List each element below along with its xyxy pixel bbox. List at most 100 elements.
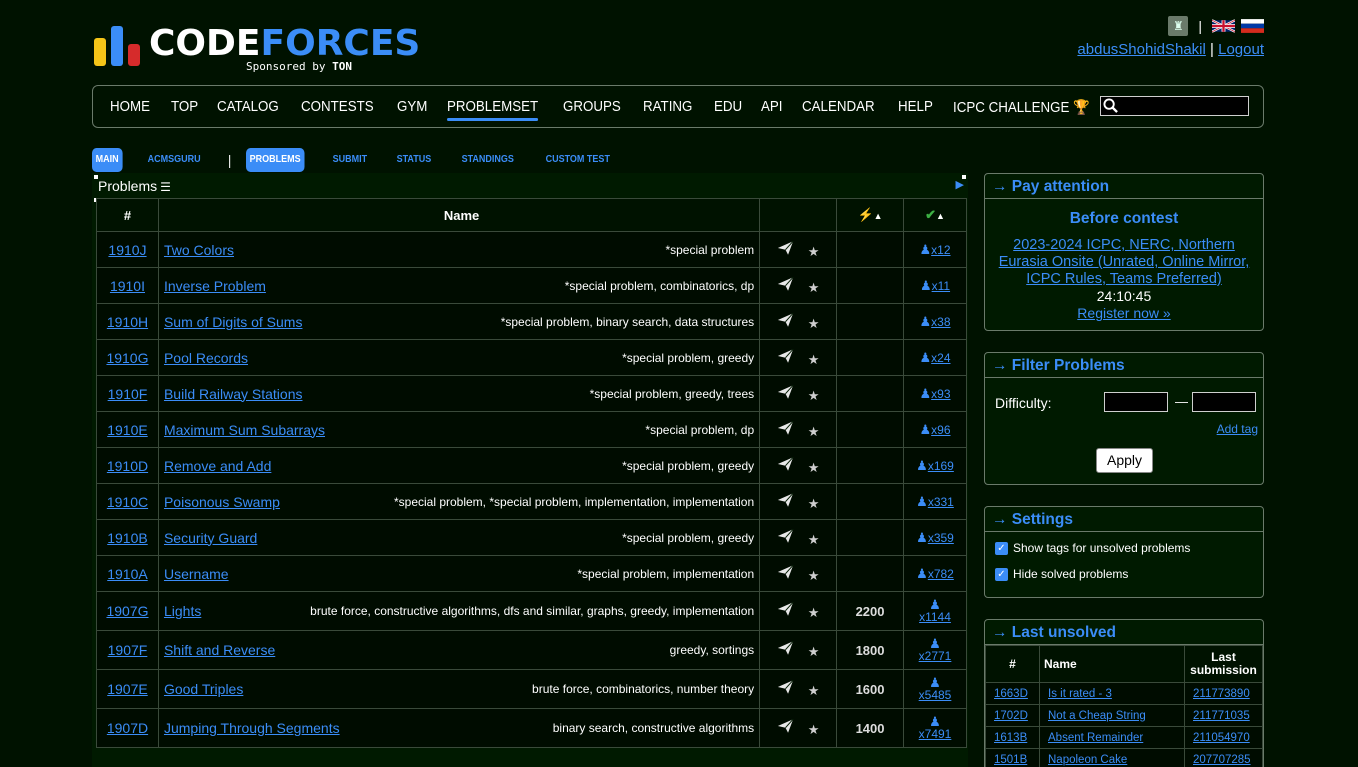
lu-name-link[interactable]: Is it rated - 3	[1048, 688, 1112, 700]
add-tag-link[interactable]: Add tag	[1217, 422, 1258, 436]
problem-id-link[interactable]: 1910G	[106, 350, 148, 366]
favourite-star-icon[interactable]: ★	[808, 460, 820, 476]
menu-home[interactable]: HOME	[110, 99, 150, 115]
solved-count-link[interactable]: x1144	[919, 611, 951, 624]
solved-count-link[interactable]: x38	[931, 315, 950, 329]
checkbox-checked-icon[interactable]: ✓	[995, 567, 1008, 581]
solved-count-link[interactable]: x5485	[919, 689, 952, 702]
col-id[interactable]: #	[96, 198, 159, 232]
submit-paper-plane-icon[interactable]	[777, 240, 794, 259]
submit-paper-plane-icon[interactable]	[777, 564, 794, 583]
problem-id-link[interactable]: 1910F	[108, 386, 148, 402]
problem-name-link[interactable]: Username	[164, 566, 229, 582]
problem-id-link[interactable]: 1910A	[107, 566, 147, 582]
problem-id-link[interactable]: 1910H	[107, 314, 148, 330]
col-solved[interactable]: ✔▲	[903, 198, 967, 232]
submit-paper-plane-icon[interactable]	[777, 679, 794, 698]
menu-gym[interactable]: GYM	[397, 99, 427, 115]
problem-name-link[interactable]: Jumping Through Segments	[164, 720, 340, 736]
lu-id-link[interactable]: 1702D	[994, 710, 1028, 722]
favourite-star-icon[interactable]: ★	[808, 352, 820, 368]
submit-paper-plane-icon[interactable]	[777, 276, 794, 295]
submit-paper-plane-icon[interactable]	[777, 420, 794, 439]
col-difficulty[interactable]: ⚡▲	[836, 198, 905, 232]
logout-link[interactable]: Logout	[1218, 41, 1264, 58]
submenu-submit[interactable]: SUBMIT	[329, 148, 371, 172]
hide-solved-option[interactable]: ✓ Hide solved problems	[995, 564, 1263, 584]
difficulty-max-input[interactable]	[1192, 392, 1256, 412]
expand-arrow-icon[interactable]: ▶	[956, 178, 964, 191]
favourite-star-icon[interactable]: ★	[808, 532, 820, 548]
menu-api[interactable]: API	[761, 99, 783, 115]
solved-count-link[interactable]: x93	[931, 387, 950, 401]
favourite-star-icon[interactable]: ★	[808, 722, 820, 738]
menu-calendar[interactable]: CALENDAR	[802, 99, 875, 115]
submit-paper-plane-icon[interactable]	[777, 348, 794, 367]
register-link[interactable]: Register now »	[985, 305, 1263, 322]
theme-icon[interactable]: ♜	[1168, 16, 1189, 36]
lu-sub-link[interactable]: 207707285	[1193, 754, 1251, 766]
submit-paper-plane-icon[interactable]	[777, 456, 794, 475]
problem-name-link[interactable]: Sum of Digits of Sums	[164, 314, 303, 330]
solved-count-link[interactable]: x11	[932, 279, 950, 293]
submit-paper-plane-icon[interactable]	[777, 718, 794, 737]
submenu-custom-test[interactable]: CUSTOM TEST	[542, 148, 614, 172]
problem-id-link[interactable]: 1907D	[107, 720, 148, 736]
problem-name-link[interactable]: Build Railway Stations	[164, 386, 303, 402]
submit-paper-plane-icon[interactable]	[777, 312, 794, 331]
submenu-main[interactable]: MAIN	[92, 148, 123, 172]
submit-paper-plane-icon[interactable]	[777, 528, 794, 547]
problem-id-link[interactable]: 1910C	[107, 494, 148, 510]
favourite-star-icon[interactable]: ★	[808, 424, 820, 440]
submit-paper-plane-icon[interactable]	[777, 601, 794, 620]
solved-count-link[interactable]: x359	[928, 531, 954, 545]
lu-name-link[interactable]: Napoleon Cake	[1048, 754, 1127, 766]
favourite-star-icon[interactable]: ★	[808, 496, 820, 512]
username-link[interactable]: abdusShohidShakil	[1077, 41, 1205, 58]
submenu-acmsguru[interactable]: ACMSGURU	[144, 148, 204, 172]
difficulty-min-input[interactable]	[1104, 392, 1168, 412]
lu-sub-link[interactable]: 211773890	[1193, 688, 1250, 700]
problem-name-link[interactable]: Lights	[164, 603, 201, 619]
problem-id-link[interactable]: 1907G	[106, 603, 148, 619]
favourite-star-icon[interactable]: ★	[808, 683, 820, 699]
show-tags-option[interactable]: ✓ Show tags for unsolved problems	[995, 538, 1263, 558]
menu-edu[interactable]: EDU	[714, 99, 742, 115]
menu-catalog[interactable]: CATALOG	[217, 99, 279, 115]
problem-name-link[interactable]: Remove and Add	[164, 458, 271, 474]
favourite-star-icon[interactable]: ★	[808, 280, 820, 296]
menu-top[interactable]: TOP	[171, 99, 198, 115]
submenu-problems[interactable]: PROBLEMS	[246, 148, 305, 172]
lu-sub-link[interactable]: 211054970	[1193, 732, 1250, 744]
menu-problemset[interactable]: PROBLEMSET	[447, 99, 539, 121]
menu-help[interactable]: HELP	[898, 99, 933, 115]
problem-id-link[interactable]: 1910E	[107, 422, 147, 438]
col-name[interactable]: Name	[157, 198, 761, 232]
menu-contests[interactable]: CONTESTS	[301, 99, 374, 115]
contest-link[interactable]: 2023-2024 ICPC, NERC, Northern Eurasia O…	[991, 237, 1257, 288]
problem-name-link[interactable]: Two Colors	[164, 242, 234, 258]
solved-count-link[interactable]: x12	[931, 243, 950, 257]
apply-button[interactable]: Apply	[1096, 448, 1153, 473]
submit-paper-plane-icon[interactable]	[777, 492, 794, 511]
solved-count-link[interactable]: x169	[928, 459, 954, 473]
solved-count-link[interactable]: x96	[931, 423, 950, 437]
lu-id-link[interactable]: 1501B	[994, 754, 1027, 766]
solved-count-link[interactable]: x7491	[919, 728, 952, 741]
favourite-star-icon[interactable]: ★	[808, 244, 820, 260]
menu-rating[interactable]: RATING	[643, 99, 692, 115]
favourite-star-icon[interactable]: ★	[808, 644, 820, 660]
lu-sub-link[interactable]: 211771035	[1193, 710, 1250, 722]
russia-flag-icon[interactable]	[1241, 18, 1264, 34]
uk-flag-icon[interactable]	[1212, 18, 1235, 34]
lu-id-link[interactable]: 1663D	[994, 688, 1028, 700]
problem-id-link[interactable]: 1910B	[107, 530, 147, 546]
search-input[interactable]	[1100, 96, 1249, 116]
menu-icpc-challenge[interactable]: ICPC CHALLENGE 🏆	[953, 99, 1090, 116]
lu-name-link[interactable]: Not a Cheap String	[1048, 710, 1146, 722]
submenu-status[interactable]: STATUS	[393, 148, 435, 172]
lu-id-link[interactable]: 1613B	[994, 732, 1027, 744]
favourite-star-icon[interactable]: ★	[808, 568, 820, 584]
problem-id-link[interactable]: 1910I	[110, 278, 145, 294]
submit-paper-plane-icon[interactable]	[777, 640, 794, 659]
